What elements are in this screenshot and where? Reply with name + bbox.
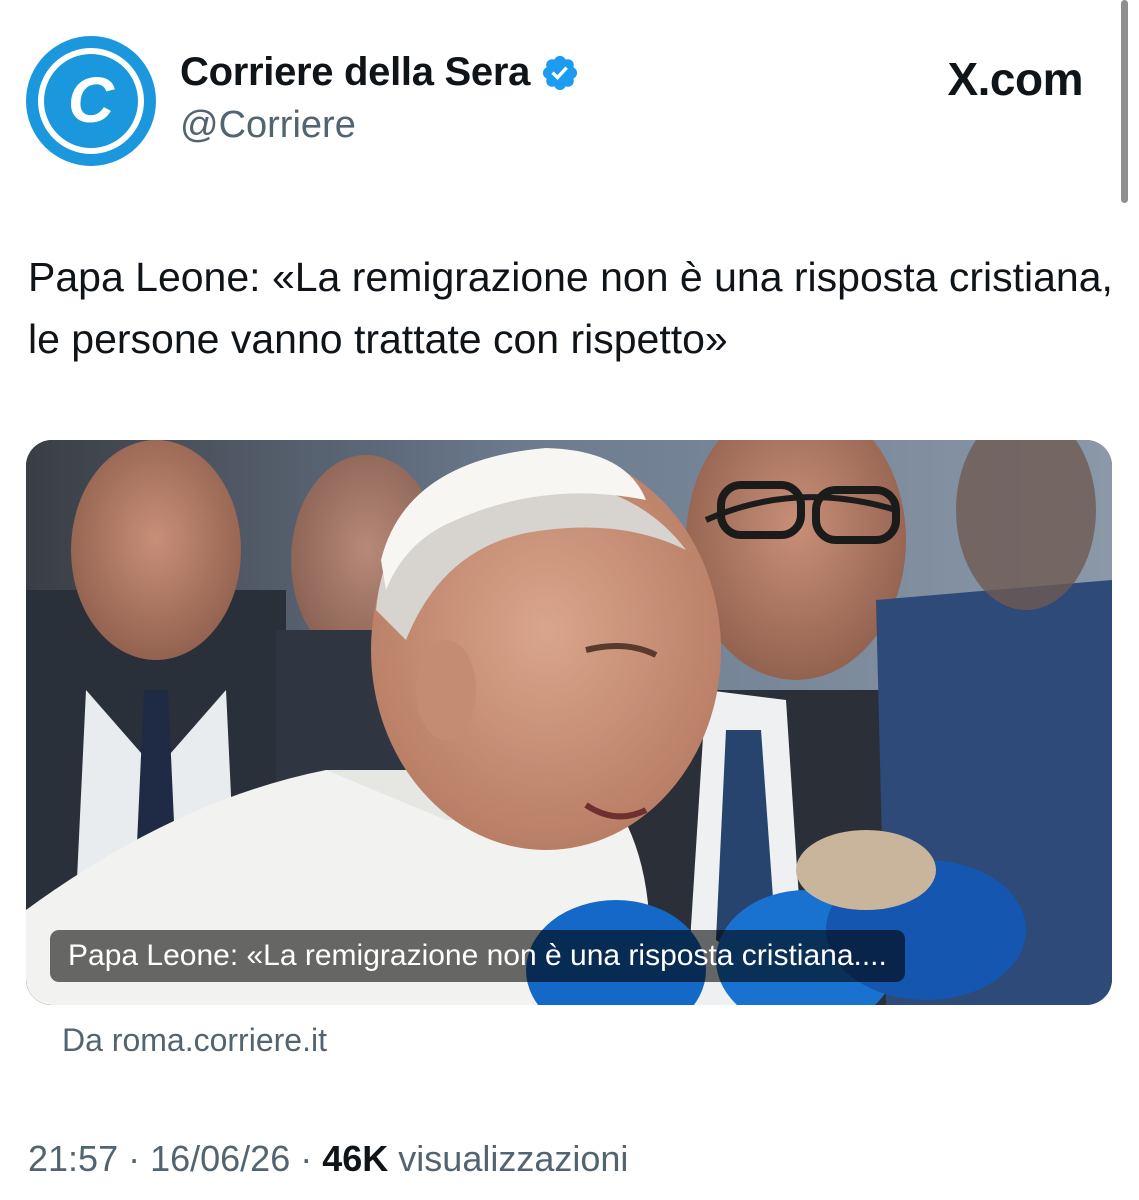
separator: · bbox=[290, 1138, 323, 1179]
profile-avatar[interactable]: C bbox=[26, 36, 156, 166]
views-label: visualizzazioni bbox=[398, 1138, 629, 1179]
verified-badge-icon bbox=[542, 55, 578, 90]
media-caption: Papa Leone: «La remigrazione non è una r… bbox=[50, 930, 905, 982]
display-name[interactable]: Corriere della Sera bbox=[180, 50, 580, 95]
tweet-text: Papa Leone: «La remigrazione non è una r… bbox=[28, 254, 1113, 362]
corriere-c-logo-icon: C bbox=[68, 64, 115, 136]
x-logo: X.com bbox=[947, 53, 1083, 105]
tweet-meta: 21:57 · 16/06/26 · 46K visualizzazioni bbox=[28, 1138, 628, 1180]
link-source[interactable]: Da roma.corriere.it bbox=[62, 1022, 327, 1059]
tweet-date[interactable]: 16/06/26 bbox=[150, 1138, 290, 1179]
account-handle[interactable]: @Corriere bbox=[180, 104, 356, 147]
media-card[interactable]: Papa Leone: «La remigrazione non è una r… bbox=[26, 440, 1112, 1005]
tweet-time[interactable]: 21:57 bbox=[28, 1138, 118, 1179]
separator: · bbox=[118, 1138, 151, 1179]
views-count: 46K bbox=[322, 1138, 389, 1179]
news-photo bbox=[26, 440, 1112, 1005]
svg-text:C: C bbox=[68, 64, 115, 136]
display-name-text: Corriere della Sera bbox=[180, 50, 531, 94]
scrollbar[interactable] bbox=[1121, 0, 1128, 203]
